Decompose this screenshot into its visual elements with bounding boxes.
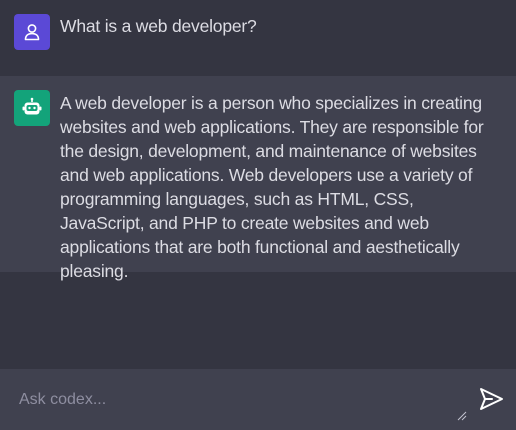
user-message-text: What is a web developer?: [60, 16, 257, 36]
send-button[interactable]: [476, 384, 506, 414]
bot-avatar: [14, 90, 50, 126]
bot-message-text: A web developer is a person who speciali…: [60, 93, 484, 281]
bot-message: A web developer is a person who speciali…: [0, 76, 516, 281]
prompt-input[interactable]: [19, 389, 459, 411]
user-icon: [24, 24, 40, 41]
user-message: What is a web developer?: [0, 0, 516, 76]
robot-icon: [22, 97, 42, 115]
user-avatar: [14, 14, 50, 50]
resize-handle-icon[interactable]: [457, 411, 467, 421]
composer: [0, 369, 516, 430]
chat-app: What is a web developer? A web developer…: [0, 0, 516, 430]
send-icon: [480, 388, 503, 410]
